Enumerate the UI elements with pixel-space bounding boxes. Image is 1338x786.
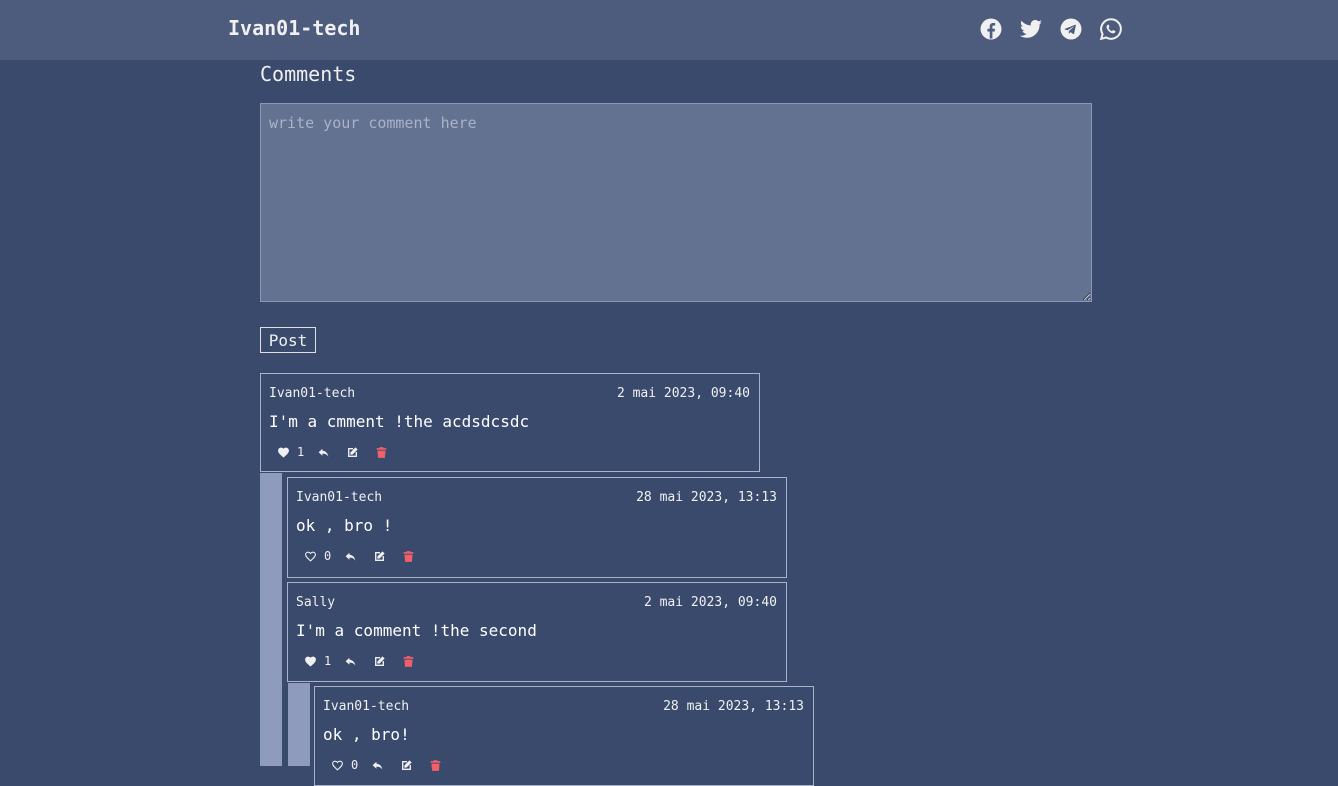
comment-date: 28 mai 2023, 13:13 xyxy=(636,490,777,505)
heart-outline-icon xyxy=(305,551,316,562)
comment-actions: 1 xyxy=(304,653,415,669)
reply-icon xyxy=(345,657,356,666)
facebook-icon[interactable] xyxy=(979,17,1003,41)
delete-button[interactable] xyxy=(429,759,442,772)
comment-date: 2 mai 2023, 09:40 xyxy=(616,386,750,401)
edit-icon xyxy=(402,759,412,770)
brand-logo[interactable]: Ivan01-tech xyxy=(228,16,360,40)
comment-card: Ivan01-tech 28 mai 2023, 13:13 ok , bro!… xyxy=(314,686,814,786)
delete-button[interactable] xyxy=(402,655,415,668)
reply-thread-bar xyxy=(288,683,310,766)
heart-outline-icon xyxy=(332,760,343,771)
delete-button[interactable] xyxy=(402,550,415,563)
comment-author[interactable]: Sally xyxy=(296,595,335,610)
comment-text: ok , bro ! xyxy=(296,516,393,535)
comment-card: Sally 2 mai 2023, 09:40 I'm a comment !t… xyxy=(287,582,787,682)
like-button[interactable]: 0 xyxy=(304,549,344,563)
comment-text: I'm a comment !the second xyxy=(296,621,537,640)
edit-button[interactable] xyxy=(373,550,402,563)
like-button[interactable]: 1 xyxy=(277,445,317,459)
trash-icon xyxy=(403,550,414,562)
comment-card: Ivan01-tech 28 mai 2023, 13:13 ok , bro … xyxy=(287,477,787,578)
comments-heading: Comments xyxy=(260,62,357,86)
reply-button[interactable] xyxy=(371,759,400,772)
reply-thread-bar xyxy=(260,473,282,766)
like-button[interactable]: 0 xyxy=(331,758,371,772)
comment-date: 2 mai 2023, 09:40 xyxy=(643,595,777,610)
edit-icon xyxy=(375,550,385,561)
delete-button[interactable] xyxy=(375,446,388,459)
edit-icon xyxy=(375,655,385,666)
heart-filled-icon xyxy=(278,447,289,458)
comment-date: 28 mai 2023, 13:13 xyxy=(663,699,804,714)
whatsapp-icon[interactable] xyxy=(1099,17,1123,41)
top-navbar: Ivan01-tech xyxy=(0,0,1338,60)
comment-author[interactable]: Ivan01-tech xyxy=(296,490,382,505)
comment-text: I'm a cmment !the acdsdcsdc xyxy=(269,412,530,431)
like-count: 0 xyxy=(324,549,332,563)
comment-text: ok , bro! xyxy=(323,725,410,744)
comment-actions: 1 xyxy=(277,444,388,460)
comment-author[interactable]: Ivan01-tech xyxy=(323,699,409,714)
comment-input[interactable] xyxy=(260,103,1092,302)
like-count: 1 xyxy=(297,445,305,459)
comment-card: Ivan01-tech 2 mai 2023, 09:40 I'm a cmme… xyxy=(260,373,760,472)
trash-icon xyxy=(376,446,387,458)
comment-author[interactable]: Ivan01-tech xyxy=(269,386,355,401)
social-links xyxy=(979,17,1123,41)
reply-icon xyxy=(345,552,356,561)
comment-actions: 0 xyxy=(331,757,442,773)
post-button[interactable]: Post xyxy=(260,327,316,353)
twitter-icon[interactable] xyxy=(1019,17,1043,41)
trash-icon xyxy=(403,655,414,667)
reply-icon xyxy=(372,761,383,770)
like-count: 1 xyxy=(324,654,332,668)
reply-button[interactable] xyxy=(344,550,373,563)
heart-filled-icon xyxy=(305,656,316,667)
reply-button[interactable] xyxy=(344,655,373,668)
comment-actions: 0 xyxy=(304,548,415,564)
edit-button[interactable] xyxy=(373,655,402,668)
like-button[interactable]: 1 xyxy=(304,654,344,668)
trash-icon xyxy=(430,759,441,771)
reply-icon xyxy=(318,448,329,457)
edit-button[interactable] xyxy=(400,759,429,772)
edit-icon xyxy=(348,446,358,457)
telegram-icon[interactable] xyxy=(1059,17,1083,41)
edit-button[interactable] xyxy=(346,446,375,459)
like-count: 0 xyxy=(351,758,359,772)
reply-button[interactable] xyxy=(317,446,346,459)
